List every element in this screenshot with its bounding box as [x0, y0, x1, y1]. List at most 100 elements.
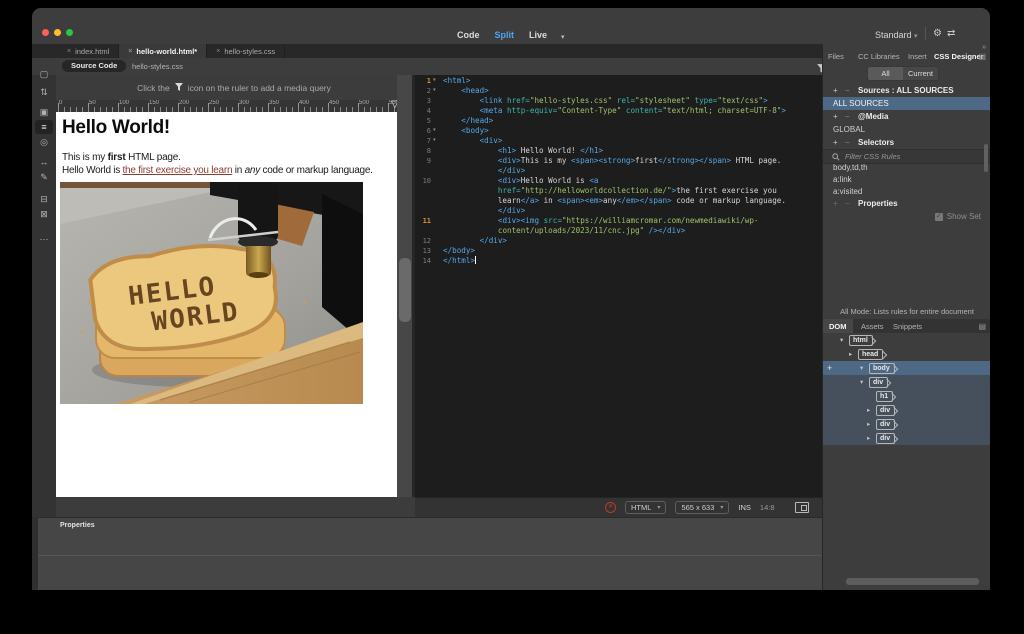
dom-tag-pill[interactable]: div	[876, 419, 896, 430]
tab-dom[interactable]: DOM	[829, 322, 847, 331]
source-code-button[interactable]: Source Code	[62, 60, 127, 72]
view-mode-live[interactable]: Live	[529, 30, 547, 40]
resize-constraints-icon[interactable]: ↔	[32, 155, 56, 169]
view-mode-code[interactable]: Code	[457, 30, 480, 40]
code-line: </div>	[497, 206, 526, 215]
tab-insert[interactable]: Insert	[908, 52, 927, 61]
doctype-dropdown[interactable]: HTML ▾	[625, 501, 667, 514]
maximize-window-button[interactable]	[66, 29, 73, 36]
dom-tag-pill[interactable]: div	[876, 405, 896, 416]
expand-node-icon[interactable]: ▸	[849, 350, 852, 358]
horizontal-ruler[interactable]: ▽ 0 50 100 150 200 250 300 350 400 450 500 550	[56, 100, 412, 112]
expand-node-icon[interactable]: ▸	[867, 420, 870, 428]
view-mode-switcher: Code Split Live	[457, 30, 547, 40]
remove-selector-button[interactable]: −	[845, 138, 850, 147]
window-size-dropdown[interactable]: 565 x 633 ▾	[675, 501, 730, 514]
selector-scrollbar-thumb[interactable]	[984, 144, 988, 172]
dom-node-div[interactable]: ▸ div	[823, 403, 990, 417]
comments-icon[interactable]: ⊟	[32, 192, 56, 206]
media-query-hint-before: Click the	[137, 82, 170, 93]
add-source-button[interactable]: +	[833, 86, 838, 95]
tab-label: hello-styles.css	[224, 46, 276, 56]
related-file-hello-styles[interactable]: hello-styles.css	[132, 62, 183, 71]
view-mode-split[interactable]: Split	[495, 30, 515, 40]
collapse-node-icon[interactable]: ▾	[840, 336, 843, 344]
tab-snippets[interactable]: Snippets	[893, 322, 922, 331]
all-mode-note: All Mode: Lists rules for entire documen…	[840, 307, 974, 316]
preview-in-browser-icon[interactable]	[795, 502, 809, 513]
dom-node-html[interactable]: ▾ html	[823, 333, 990, 347]
dom-node-div[interactable]: ▾ div	[823, 375, 990, 389]
collapse-node-icon[interactable]: ▾	[860, 364, 863, 372]
file-management-icon[interactable]: ⇅	[32, 85, 56, 99]
tab-files[interactable]: Files	[828, 52, 844, 61]
source-all-sources[interactable]: ALL SOURCES	[823, 97, 990, 110]
design-scrollbar-track[interactable]	[397, 75, 412, 497]
live-view-options-icon[interactable]: ◎	[32, 135, 56, 149]
open-documents-icon[interactable]: ▢	[32, 67, 56, 81]
document-tab-hello-world-html-[interactable]: × hello-world.html*	[119, 44, 208, 58]
dom-tag-pill[interactable]: div	[876, 433, 896, 444]
add-element-icon[interactable]: +	[827, 363, 832, 373]
dom-tag-pill[interactable]: div	[869, 377, 889, 388]
dom-tag-pill[interactable]: h1	[876, 391, 894, 402]
format-source-icon[interactable]: ≡	[35, 120, 53, 134]
minimize-window-button[interactable]	[54, 29, 61, 36]
current-mode-button[interactable]: Current	[903, 67, 938, 80]
tab-cc-libraries[interactable]: CC Libraries	[858, 52, 900, 61]
live-view-page[interactable]: Hello World! This is my first HTML page.…	[56, 112, 397, 497]
more-options-icon[interactable]: ⋯	[32, 232, 56, 246]
close-tab-icon[interactable]: ×	[216, 48, 220, 55]
dom-tag-pill[interactable]: html	[849, 335, 873, 346]
show-set-checkbox[interactable]: ✓ Show Set	[934, 212, 981, 221]
close-tab-icon[interactable]: ×	[67, 48, 71, 55]
css-selector-a-link[interactable]: a:link	[823, 174, 990, 186]
document-tab-hello-styles-css[interactable]: × hello-styles.css	[207, 44, 286, 58]
all-mode-button[interactable]: All	[868, 67, 903, 80]
live-code-icon[interactable]: ▣	[32, 105, 56, 119]
dom-panel-menu-icon[interactable]: ▤	[978, 322, 986, 331]
add-selector-button[interactable]: +	[833, 138, 838, 147]
workspace-selector[interactable]: Standard ▾	[875, 30, 918, 40]
close-tab-icon[interactable]: ×	[128, 48, 132, 55]
edit-tools-icon[interactable]: ✎	[32, 170, 56, 184]
tab-assets[interactable]: Assets	[861, 322, 884, 331]
document-tab-index-html[interactable]: × index.html	[58, 44, 120, 58]
preview-link[interactable]: the first exercise you learn	[123, 165, 233, 176]
collapse-node-icon[interactable]: ▾	[860, 378, 863, 386]
panel-menu-icon[interactable]: ▤	[978, 52, 986, 61]
css-selector-a-visited[interactable]: a:visited	[823, 186, 990, 195]
all-current-switch: All Current	[867, 66, 939, 81]
expand-node-icon[interactable]: ▸	[867, 434, 870, 442]
remove-property-button[interactable]: −	[845, 199, 850, 208]
code-editor[interactable]: 1 ▼ <html> 2 ▼ <head> 3 <link href="hello-sty…	[415, 75, 822, 497]
fold-arrow-icon[interactable]: ▼	[433, 76, 436, 86]
css-selector-body-td-th[interactable]: body,td,th	[823, 162, 990, 174]
apply-comment-icon[interactable]: ⊠	[32, 207, 56, 221]
dom-node-body[interactable]: + ▾ body	[823, 361, 990, 375]
dom-tag-pill[interactable]: head	[858, 349, 884, 360]
gear-icon[interactable]: ⚙	[933, 28, 942, 39]
panel-horizontal-scrollbar-thumb[interactable]	[846, 578, 979, 585]
dom-node-div[interactable]: ▸ div	[823, 417, 990, 431]
close-window-button[interactable]	[42, 29, 49, 36]
dom-node-div[interactable]: ▸ div	[823, 431, 990, 445]
dom-tag-pill[interactable]: body	[869, 363, 895, 374]
live-dropdown-caret-icon[interactable]: ▾	[561, 33, 565, 41]
media-global[interactable]: GLOBAL	[823, 123, 990, 136]
fold-arrow-icon[interactable]: ▼	[433, 86, 436, 96]
dom-node-head[interactable]: ▸ head	[823, 347, 990, 361]
remove-media-button[interactable]: −	[845, 112, 850, 121]
tab-css-designer[interactable]: CSS Designer	[934, 52, 984, 61]
titlebar: Code Split Live ▾ Standard ▾ ⚙ ⇄	[32, 8, 990, 45]
fold-arrow-icon[interactable]: ▼	[433, 126, 436, 136]
fold-arrow-icon[interactable]: ▼	[433, 136, 436, 146]
add-media-button[interactable]: +	[833, 112, 838, 121]
dom-node-h1[interactable]: h1	[823, 389, 990, 403]
add-property-button[interactable]: +	[833, 199, 838, 208]
remove-source-button[interactable]: −	[845, 86, 850, 95]
error-badge-icon[interactable]: ✕	[605, 502, 616, 513]
expand-node-icon[interactable]: ▸	[867, 406, 870, 414]
sync-icon[interactable]: ⇄	[947, 28, 955, 39]
design-scrollbar-thumb[interactable]	[398, 258, 411, 322]
